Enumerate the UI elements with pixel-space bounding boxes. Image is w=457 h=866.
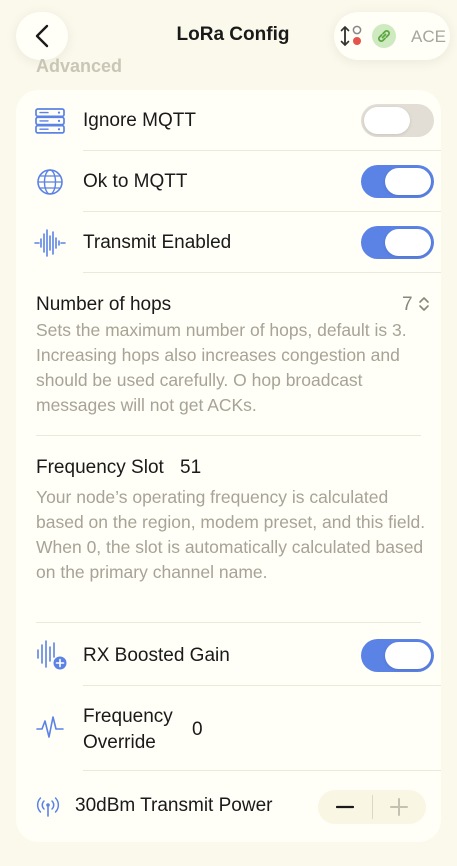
- transmit-power-label: 30dBm Transmit Power: [75, 795, 273, 816]
- frequency-slot-row: Frequency Slot 51 Your node’s operating …: [16, 436, 441, 622]
- toggle-knob: [385, 642, 431, 669]
- ok-to-mqtt-row: Ok to MQTT: [16, 151, 441, 212]
- rx-boosted-gain-toggle[interactable]: [361, 639, 434, 672]
- number-of-hops-label: Number of hops: [36, 294, 172, 315]
- ok-to-mqtt-label: Ok to MQTT: [83, 171, 188, 192]
- advanced-settings-card: Ignore MQTT Ok to MQTT Transmit Enabled: [16, 90, 441, 842]
- pulse-icon: [36, 716, 64, 738]
- frequency-slot-input[interactable]: 51: [180, 457, 201, 479]
- lora-config-screen: LoRa Config ACE Advanced Ignore MQTT Ok …: [0, 0, 457, 866]
- boosted-waveform-icon: [37, 640, 67, 670]
- number-of-hops-row: Number of hops 7 Sets the maximum number…: [16, 273, 441, 435]
- number-of-hops-picker[interactable]: 7: [396, 291, 434, 317]
- ignore-mqtt-toggle[interactable]: [361, 104, 434, 137]
- frequency-override-input[interactable]: 0: [192, 719, 203, 741]
- number-of-hops-description: Sets the maximum number of hops, default…: [36, 320, 407, 415]
- ok-to-mqtt-toggle[interactable]: [361, 165, 434, 198]
- toggle-knob: [385, 229, 431, 256]
- waveform-icon: [34, 229, 66, 257]
- antenna-icon: [36, 797, 60, 817]
- transmit-enabled-label: Transmit Enabled: [83, 232, 232, 253]
- chevron-up-down-icon: [419, 297, 429, 311]
- transfer-sort-icon: [340, 25, 362, 46]
- connection-status-pill[interactable]: ACE: [334, 12, 450, 60]
- frequency-override-row: Frequency Override 0: [16, 686, 441, 770]
- plus-icon: [390, 798, 408, 816]
- transmit-power-stepper: [318, 790, 426, 824]
- increment-button[interactable]: [372, 790, 426, 824]
- transmit-enabled-toggle[interactable]: [361, 226, 434, 259]
- minus-icon: [336, 805, 354, 809]
- rx-boosted-gain-row: RX Boosted Gain: [16, 623, 441, 685]
- ignore-mqtt-row: Ignore MQTT: [16, 90, 441, 151]
- device-short-name: ACE: [411, 27, 446, 46]
- frequency-override-label-line2: Override: [83, 732, 156, 753]
- frequency-slot-description: Your node’s operating frequency is calcu…: [36, 487, 426, 582]
- section-header-advanced: Advanced: [36, 56, 123, 76]
- toggle-knob: [385, 168, 431, 195]
- decrement-button[interactable]: [318, 790, 372, 824]
- link-icon: [372, 24, 396, 48]
- ignore-mqtt-label: Ignore MQTT: [83, 110, 196, 131]
- globe-icon: [37, 169, 63, 195]
- frequency-override-label-line1: Frequency: [83, 706, 173, 727]
- toggle-knob: [364, 107, 410, 134]
- server-icon: [35, 108, 65, 134]
- rx-boosted-gain-label: RX Boosted Gain: [83, 645, 230, 666]
- number-of-hops-value: 7: [402, 294, 413, 315]
- transmit-enabled-row: Transmit Enabled: [16, 212, 441, 273]
- frequency-slot-label: Frequency Slot: [36, 457, 164, 478]
